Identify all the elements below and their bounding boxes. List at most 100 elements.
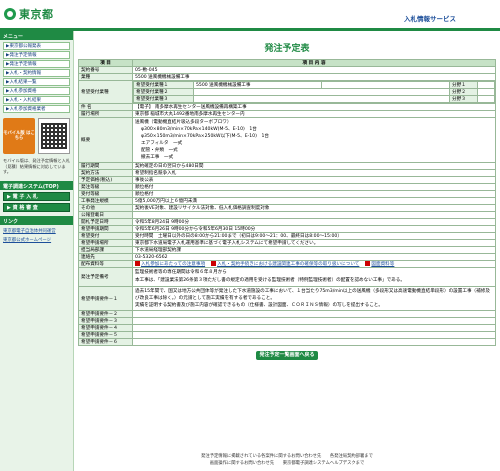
trade-bunya: 分野２	[449, 88, 478, 96]
table-row: 希望申請場所 東京都下水道局電子入札運用基準に基づく電子入札システムにて希望申請し…	[78, 239, 496, 247]
table-row: 配布資料等 入札参加にあたっての注意事項 入札・契約手続きにおける建設関連工事の…	[78, 260, 496, 268]
notes-cell: 監理技術者等の専任期間は令和６年８月から 本工事は、「建設業法第26条第３項ただ…	[132, 267, 496, 287]
sidebar-item-gyosha[interactable]: ▶入札参加資格業者	[3, 105, 70, 113]
mobile-note: モバイル版は、発注予定情報と入札（見積）結果情報に対応しています。	[3, 158, 71, 175]
sidebar-section-links: リンク	[0, 216, 73, 226]
table-row: 発注予定備考 監理技術者等の専任期間は令和６年８月から 本工事は、「建設業法第2…	[78, 267, 496, 287]
table-row: 希望申請要件－６	[78, 338, 496, 346]
table-row: 業種 5500 送風機機械設備工事	[78, 73, 496, 81]
table-row: 予定価格(税込) 事後公表	[78, 176, 496, 184]
row-value: 希望制指名競争入札	[132, 169, 496, 177]
row-label: 連絡先	[78, 253, 133, 261]
shikaku-shinsa-button[interactable]: ▶ 資 格 審 査	[3, 203, 70, 213]
trade-bunya: 分野１	[449, 81, 478, 89]
attachment-link[interactable]: 入札参加にあたっての注意事項	[141, 262, 205, 267]
attachment-3[interactable]: 図面資料等	[365, 261, 394, 267]
row-label: 希望申請要件－４	[78, 324, 133, 332]
sidebar-banners: モバイル版 はこちら	[0, 116, 73, 156]
footer: 発注予定情報に掲載されている各案件に関するお問い合わせ先 各発注局契約部署まで …	[78, 454, 496, 467]
row-label: 履行場所	[78, 110, 133, 118]
attachments: 入札参加にあたっての注意事項 入札・契約手続きにおける建設関連工事の確保等の取り…	[135, 261, 493, 267]
row-value: 令和5年8月24日 9時00分	[132, 218, 496, 226]
sidebar-item-kouhou[interactable]: ▶東京都公報発表	[3, 42, 70, 50]
trade-code	[193, 88, 450, 96]
overview-line: エアフィルタ 一式	[141, 141, 183, 146]
mobile-banner[interactable]: モバイル版 はこちら	[3, 118, 35, 154]
link-kyodo[interactable]: 東京都電子自治体共同運営	[3, 228, 70, 234]
row-value: 東京都 稲城市大丸1492番地南多摩水再生センター内	[132, 110, 496, 118]
attachments-cell: 入札参加にあたっての注意事項 入札・契約手続きにおける建設関連工事の確保等の取り…	[132, 260, 496, 268]
row-value: 事後公表	[132, 176, 496, 184]
table-row: 公報登載日	[78, 211, 496, 219]
note-line: 本工事は、「建設業法第26条第３項ただし書の規定の適用を受ける監理技術者（特例監…	[135, 278, 405, 283]
row-label: 予定価格(税込)	[78, 176, 133, 184]
table-row: 契約番号 05-敷-045	[78, 66, 496, 74]
overview-line: 撤去工事 一式	[141, 155, 174, 160]
main-content: 発注予定表 項 目 項 目 内 容 契約番号 05-敷-045 業種 5500 …	[78, 31, 496, 471]
table-row: 希望申請要件－１ 過去15年間で、国又は地方公共団体等が発注した下水道施設の工事…	[78, 286, 496, 311]
row-label: 希望申請要件－６	[78, 338, 133, 346]
sidebar-item-results[interactable]: ▶入札結果一覧	[3, 78, 70, 86]
sidebar-section-denshi[interactable]: 電子調達システム(TOP)	[0, 181, 73, 191]
trade-bunya-value	[477, 81, 495, 89]
table-row: 開札予定日時 令和5年8月24日 9時00分	[78, 218, 496, 226]
row-label: 受付等級	[78, 190, 133, 198]
link-tokyo-official[interactable]: 東京都公式ホームページ	[3, 237, 70, 243]
row-value	[132, 338, 496, 346]
table-header-content: 項 目 内 容	[132, 59, 496, 67]
row-label: 業種	[78, 73, 133, 81]
row-label: 担当局部課	[78, 246, 133, 254]
row-value: 03-5320-6562	[132, 253, 496, 261]
row-value: 契約後VE対象、建設リサイクル法対象、低入札価格調査制度対象	[132, 204, 496, 212]
overview-line: φ300×80m3/min×70kPa×140kW(M-5、E-10) 1台	[141, 127, 257, 132]
page-title: 発注予定表	[264, 44, 310, 54]
attachment-link[interactable]: 図面資料等	[371, 262, 394, 267]
sidebar-item-hatchu-2[interactable]: ▶発注予定情報	[3, 60, 70, 68]
requirement-cell: 過去15年間で、国又は地方公共団体等が発注した下水道施設の工事において、１台当た…	[132, 286, 496, 311]
attachment-1[interactable]: 入札参加にあたっての注意事項	[135, 261, 205, 267]
row-label: 希望申請要件－２	[78, 310, 133, 318]
tokyo-logo[interactable]: 東京都	[4, 6, 54, 22]
table-row: その他 契約後VE対象、建設リサイクル法対象、低入札価格調査制度対象	[78, 204, 496, 212]
requirement-line: 実績を証明する契約書及び施工内容が確認できるもの（仕様書、設計図面、ＣＯＲＩＮＳ…	[135, 303, 383, 308]
sidebar-item-nyusatsu-info[interactable]: ▶入札・契約情報	[3, 69, 70, 77]
pdf-icon	[365, 261, 371, 266]
table-row: 契約方法 希望制指名競争入札	[78, 169, 496, 177]
row-value: 下水道局経理部契約課	[132, 246, 496, 254]
table-row: 概要 送風機（電動機直結片吸込多段ターボブロワ） φ300×80m3/min×7…	[78, 117, 496, 163]
attachment-2[interactable]: 入札・契約手続きにおける建設関連工事の確保等の取り扱いについて	[211, 261, 359, 267]
row-value: 05-敷-045	[132, 66, 496, 74]
attachment-link[interactable]: 入札・契約手続きにおける建設関連工事の確保等の取り扱いについて	[217, 262, 359, 267]
row-label: 希望申請期間	[78, 225, 133, 233]
back-to-list-button[interactable]: 発注予定一覧画面へ戻る	[256, 351, 318, 360]
denshi-nyusatsu-button[interactable]: ▶ 電 子 入 札	[3, 192, 70, 202]
row-value	[132, 310, 496, 318]
table-row: 工事発注規模 5億5,000万円以上６億円未満	[78, 197, 496, 205]
table-row: 担当局部課 下水道局経理部契約課	[78, 246, 496, 254]
row-value: 東京都下水道局電子入札運用基準に基づく電子入札システムにて希望申請してください。	[132, 239, 496, 247]
row-value	[132, 331, 496, 339]
table-row: 履行場所 東京都 稲城市大丸1492番地南多摩水再生センター内	[78, 110, 496, 118]
trade-bunya: 分野３	[449, 95, 478, 103]
trades-cell: 希望受付業種１ 5500 送風機機械設備工事 分野１ 希望受付業種２ 分野２ 希…	[132, 80, 496, 104]
row-label: 履行期間	[78, 162, 133, 170]
table-row: 発注等級 順位格付	[78, 183, 496, 191]
sidebar-item-nyusatsu-kekka[interactable]: ▶入札・入札結果	[3, 96, 70, 104]
service-name: 入札情報サービス	[404, 15, 456, 23]
qr-code	[38, 118, 70, 154]
table-row: 受付等級 順位格付	[78, 190, 496, 198]
table-row: 希望申請要件－２	[78, 310, 496, 318]
trade-code	[193, 95, 450, 103]
sidebar-item-shikaku[interactable]: ▶入札参加資格	[3, 87, 70, 95]
overview-line: 送風機（電動機直結片吸込多段ターボブロワ）	[135, 120, 232, 125]
row-label: 契約方法	[78, 169, 133, 177]
pdf-icon	[135, 261, 140, 266]
detail-table: 項 目 項 目 内 容 契約番号 05-敷-045 業種 5500 送風機機械設…	[78, 59, 496, 346]
table-row: 履行期間 契約確定の日の翌日から480日間	[78, 162, 496, 170]
trade-name: 希望受付業種１	[133, 81, 194, 89]
overview-line: φ350×150m3/min×70kPa×250kW以下(M-5、E-10) 1…	[141, 134, 270, 139]
sidebar: メニュー ▶東京都公報発表 ▶発注予定情報 ▶発注予定情報 ▶入札・契約情報 ▶…	[0, 31, 74, 471]
sidebar-item-hatchu[interactable]: ▶発注予定情報	[3, 51, 70, 59]
table-row: 希望申請要件－４	[78, 324, 496, 332]
row-label: 希望受付	[78, 232, 133, 240]
